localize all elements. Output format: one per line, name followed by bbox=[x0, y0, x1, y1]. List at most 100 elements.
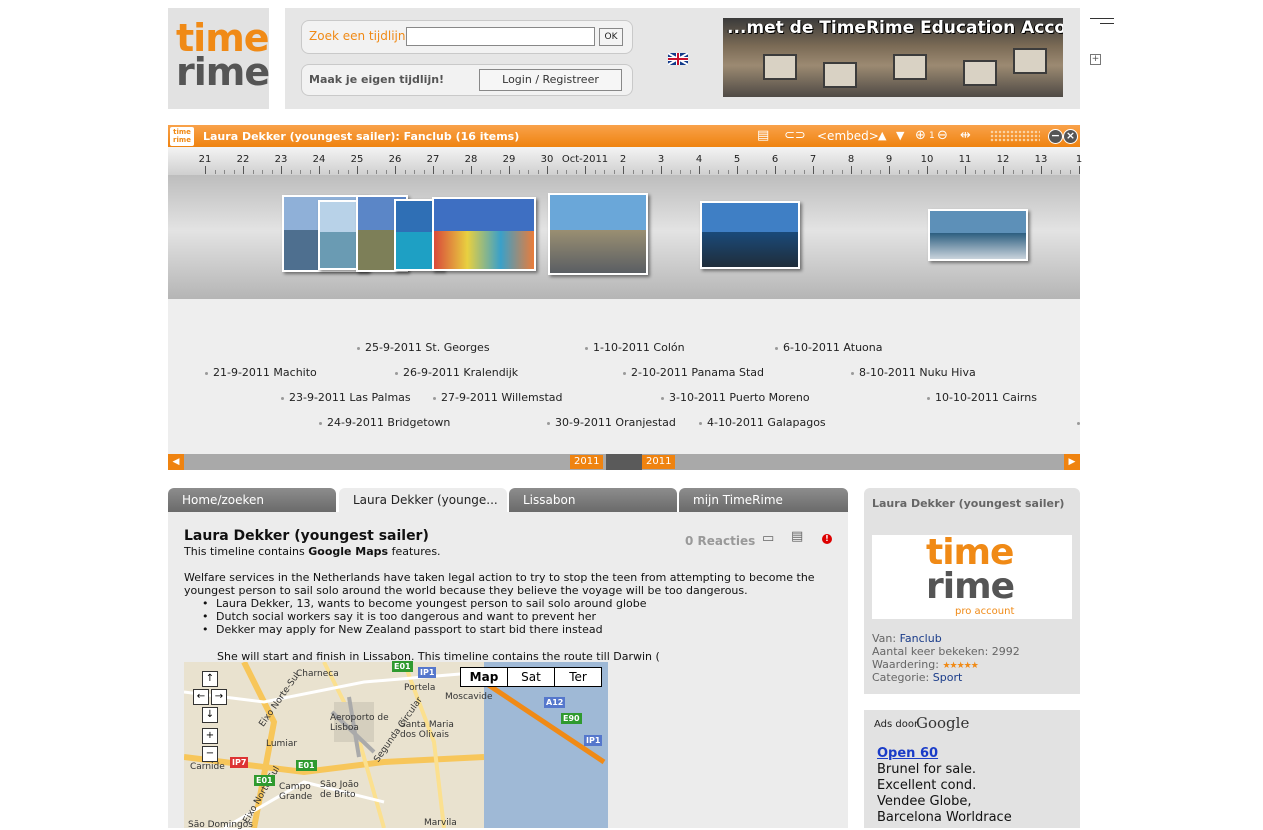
ruler-tick-label: 9 bbox=[885, 154, 893, 165]
road-tag: E90 bbox=[561, 713, 582, 724]
timeline-event[interactable]: 21-9-2011 Machito bbox=[205, 366, 317, 379]
scroll-right-icon[interactable]: ▶ bbox=[1064, 454, 1080, 470]
subtitle-bold: Google Maps bbox=[308, 545, 389, 558]
timeline-event[interactable]: 8-10-2011 Nuku Hiva bbox=[851, 366, 976, 379]
bullet-icon bbox=[205, 371, 208, 375]
pan-left-icon[interactable]: ← bbox=[193, 689, 209, 705]
road-tag: IP7 bbox=[230, 757, 249, 768]
ruler-minor-tick bbox=[423, 170, 425, 174]
article-body: Welfare services in the Netherlands have… bbox=[184, 571, 815, 597]
owner-link[interactable]: Fanclub bbox=[900, 632, 942, 645]
zoom-out-icon[interactable]: ⊖ bbox=[937, 128, 948, 144]
tab-home[interactable]: Home/zoeken bbox=[168, 488, 336, 512]
photo-thumbnail[interactable] bbox=[700, 201, 800, 269]
search-ok-button[interactable]: OK bbox=[599, 28, 623, 46]
scroll-up-icon[interactable]: ▲ bbox=[878, 128, 886, 144]
pan-up-icon[interactable]: ↑ bbox=[202, 671, 218, 687]
category-link[interactable]: Sport bbox=[933, 671, 963, 684]
photo-thumbnail[interactable] bbox=[548, 193, 648, 275]
ruler-tick bbox=[433, 166, 434, 174]
ruler-tick-label: 2 bbox=[619, 154, 627, 165]
event-label: 1-10-2011 Colón bbox=[593, 341, 685, 354]
timeline-event[interactable]: 27-9-2011 Willemstad bbox=[433, 391, 562, 404]
drag-handle[interactable] bbox=[990, 130, 1040, 142]
reacties-link[interactable]: 0 Reacties bbox=[685, 534, 755, 548]
google-logo[interactable]: Google bbox=[916, 714, 969, 732]
rating-stars-icon[interactable]: ★★★★★ bbox=[942, 661, 978, 671]
tab-mijn-timerime[interactable]: mijn TimeRime bbox=[679, 488, 848, 512]
event-label: 27-9-2011 Willemstad bbox=[441, 391, 563, 404]
link-icon[interactable]: ⊂⊃ bbox=[784, 128, 806, 144]
education-banner[interactable]: ...met de TimeRime Education Account bbox=[723, 18, 1063, 97]
event-label: 30-9-2011 Oranjestad bbox=[555, 416, 676, 429]
ruler-tick bbox=[661, 166, 662, 174]
timeline-event[interactable]: 3-10-2011 Puerto Moreno bbox=[661, 391, 810, 404]
report-icon[interactable]: ! bbox=[822, 534, 832, 544]
scroll-down-icon[interactable]: ▼ bbox=[896, 128, 904, 144]
embed-button[interactable]: <embed> bbox=[817, 129, 879, 143]
ruler-minor-tick bbox=[452, 170, 453, 174]
pan-down-icon[interactable]: ↓ bbox=[202, 707, 218, 723]
photo-thumbnail[interactable] bbox=[432, 197, 536, 271]
event-label: 4-10-2011 Galapagos bbox=[707, 416, 826, 429]
menu-icon[interactable] bbox=[1090, 18, 1114, 30]
ruler-minor-tick bbox=[1069, 170, 1071, 174]
scroll-left-icon[interactable]: ◀ bbox=[168, 454, 184, 470]
banner-text: ...met de TimeRime Education Account bbox=[727, 18, 1063, 38]
timeline-event[interactable]: 4-10-2011 Galapagos bbox=[699, 416, 826, 429]
ruler-minor-tick bbox=[1031, 170, 1033, 174]
info-views: Aantal keer bekeken: 2992 bbox=[872, 645, 1020, 658]
map-label: São Domingos bbox=[188, 820, 253, 830]
bullet-icon bbox=[661, 396, 664, 400]
rating-label: Waardering: bbox=[872, 658, 943, 671]
map-label: Moscavide bbox=[445, 692, 493, 702]
login-register-button[interactable]: Login / Registreer bbox=[479, 69, 622, 91]
timeline-event[interactable]: 23-9-2011 Las Palmas bbox=[281, 391, 411, 404]
search-input[interactable] bbox=[406, 27, 595, 46]
fit-width-icon[interactable]: ⇹ bbox=[960, 128, 971, 144]
ad-text: Vendee Globe, bbox=[877, 794, 972, 809]
print-icon[interactable]: ▤ bbox=[791, 529, 803, 544]
ruler-minor-tick bbox=[860, 170, 862, 174]
tab-laura-dekker[interactable]: Laura Dekker (younge... bbox=[339, 488, 507, 512]
ruler-minor-tick bbox=[984, 170, 985, 174]
map-type-map[interactable]: Map bbox=[460, 667, 508, 687]
close-icon[interactable]: × bbox=[1063, 129, 1078, 144]
road-tag: E01 bbox=[254, 775, 275, 786]
zoom-in-icon[interactable]: ⊕ bbox=[915, 128, 926, 144]
ruler-tick-label: 29 bbox=[502, 154, 516, 165]
timeline-event[interactable]: 6-10-2011 Atuona bbox=[775, 341, 882, 354]
ruler-tick bbox=[281, 166, 282, 174]
expand-icon[interactable]: + bbox=[1090, 54, 1101, 65]
print-icon[interactable]: ▤ bbox=[757, 128, 769, 144]
article-title: Laura Dekker (youngest sailer) bbox=[184, 528, 429, 544]
timeline-event[interactable]: 26-9-2011 Kralendijk bbox=[395, 366, 518, 379]
ruler-minor-tick bbox=[832, 170, 833, 174]
ruler-minor-tick bbox=[642, 170, 643, 174]
uk-flag-icon[interactable] bbox=[668, 53, 688, 65]
map-zoom-in-icon[interactable]: + bbox=[202, 728, 218, 744]
ruler-minor-tick bbox=[366, 170, 368, 174]
pan-right-icon[interactable]: → bbox=[211, 689, 227, 705]
event-label: 6-10-2011 Atuona bbox=[783, 341, 883, 354]
timeline-event-offscreen[interactable] bbox=[1077, 416, 1085, 429]
minimize-icon[interactable]: − bbox=[1048, 129, 1063, 144]
map-zoom-out-icon[interactable]: − bbox=[202, 746, 218, 762]
map-type-sat[interactable]: Sat bbox=[507, 667, 555, 687]
scrollbar-thumb[interactable] bbox=[606, 454, 642, 470]
photo-thumbnail[interactable] bbox=[928, 209, 1028, 261]
timeline-event[interactable]: 24-9-2011 Bridgetown bbox=[319, 416, 450, 429]
timeline-event[interactable]: 1-10-2011 Colón bbox=[585, 341, 685, 354]
ruler-minor-tick bbox=[1060, 170, 1061, 174]
timeline-event[interactable]: 30-9-2011 Oranjestad bbox=[547, 416, 676, 429]
tab-lissabon[interactable]: Lissabon bbox=[509, 488, 677, 512]
timeline-event[interactable]: 25-9-2011 St. Georges bbox=[357, 341, 490, 354]
map-type-ter[interactable]: Ter bbox=[554, 667, 602, 687]
timeline-event[interactable]: 2-10-2011 Panama Stad bbox=[623, 366, 764, 379]
timeline-event[interactable]: 10-10-2011 Cairns bbox=[927, 391, 1037, 404]
ad-link[interactable]: Open 60 bbox=[877, 746, 938, 761]
ruler-tick bbox=[243, 166, 244, 174]
photo-band[interactable] bbox=[168, 175, 1080, 299]
comment-icon[interactable]: ▭ bbox=[762, 531, 774, 546]
ruler-minor-tick bbox=[689, 170, 691, 174]
